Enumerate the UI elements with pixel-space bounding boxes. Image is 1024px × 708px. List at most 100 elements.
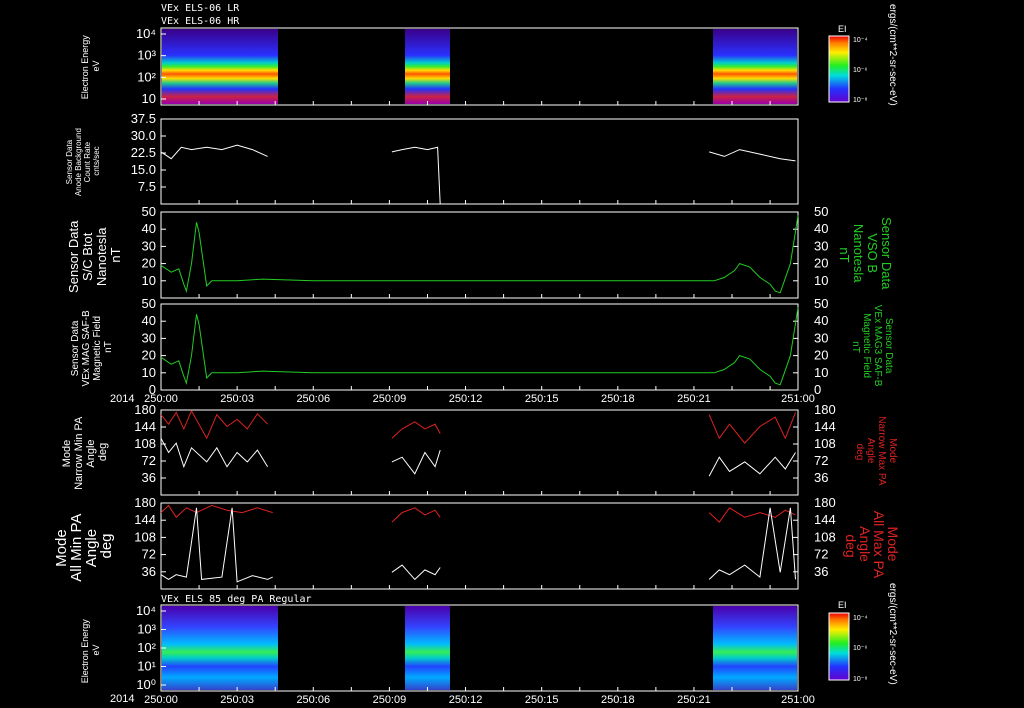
plot-canvas: VEx ELS-06 LR VEx ELS-06 HR VEx ELS 85 d… <box>53 3 901 706</box>
y-tick-label: 10 <box>142 365 156 380</box>
y-tick-label: 36 <box>142 564 156 579</box>
x-tick-label: 250:00 <box>144 393 178 405</box>
colorbar-top-tick: 10⁻⁸ <box>853 97 867 104</box>
y-tick-label: 15.0 <box>131 162 156 177</box>
bottom-panel-title: VEx ELS 85 deg PA Regular <box>161 594 312 605</box>
y2label-bmag-mag: Sensor Data VEx MAG3 SAF-B Magnetic Fiel… <box>850 305 894 389</box>
y-tick-label: 180 <box>134 495 156 510</box>
x-tick-label: 250:15 <box>525 393 559 405</box>
y-tick-label: 72 <box>142 453 156 468</box>
ylabel-spectrogram-top: Electron Energy eV <box>80 33 101 100</box>
colorbar-bottom-tick: 10⁻⁶ <box>853 645 867 652</box>
anode-background-series-line <box>160 144 268 160</box>
x-tick-label: 250:18 <box>601 393 635 405</box>
y-tick-label: 108 <box>134 529 156 544</box>
spectrogram-top-block <box>405 29 450 104</box>
colorbar-top: EI 10⁻⁴ 10⁻⁶ 10⁻⁸ ergs/(cm**2-sr-sec-eV) <box>828 4 898 106</box>
y2-tick-label: 30 <box>814 238 828 253</box>
y2-tick-label: 50 <box>814 296 828 311</box>
y-tick-label: 20 <box>142 348 156 363</box>
panel-anode-background <box>160 118 799 205</box>
x-tick-label: 250:03 <box>220 694 254 706</box>
y2-tick-label: 72 <box>814 453 828 468</box>
y-tick-label: 50 <box>142 204 156 219</box>
all-pa-series-line <box>160 504 273 519</box>
y2-tick-label: 108 <box>814 436 836 451</box>
y-tick-label: 36 <box>142 470 156 485</box>
y2-tick-label: 36 <box>814 564 828 579</box>
y-tick-label: 30.0 <box>131 128 156 143</box>
y-tick-label: 10 <box>142 273 156 288</box>
y-tick-label: 10² <box>137 69 156 84</box>
all-pa-series-line <box>160 507 273 583</box>
all-pa-series-line <box>391 507 441 523</box>
ylabel-all-pa: Mode All Min PA Angle deg <box>53 510 115 581</box>
y2label-narrow-pa: Mode Narrow Max PA Angle deg <box>854 416 898 488</box>
colorbar-top-tick: 10⁻⁶ <box>853 67 867 74</box>
y-tick-label: 22.5 <box>131 145 156 160</box>
bmag-mag-series-line <box>160 307 799 386</box>
header-title-1: VEx ELS-06 LR <box>161 3 240 14</box>
y-tick-label: 10¹ <box>137 659 156 674</box>
narrow-pa-series-line <box>160 409 268 440</box>
y2-tick-label: 36 <box>814 470 828 485</box>
x-tick-label: 251:00 <box>781 393 815 405</box>
narrow-pa-series-line <box>391 421 441 439</box>
spectrogram-bottom-block <box>405 606 450 690</box>
spectrogram-top-data <box>162 29 797 104</box>
x-tick-label: 250:18 <box>601 694 635 706</box>
y2-tick-label: 108 <box>814 529 836 544</box>
y-tick-label: 10³ <box>137 622 156 637</box>
spectrogram-bottom-data <box>162 606 797 690</box>
x-tick-label: 250:12 <box>449 393 483 405</box>
x-tick-label: 250:00 <box>144 694 178 706</box>
y2label-all-pa: Mode All Max PA Angle deg <box>843 511 901 582</box>
y2-tick-label: 40 <box>814 221 828 236</box>
y2-tick-label: 72 <box>814 547 828 562</box>
all-pa-series-line <box>391 564 441 581</box>
spectrogram-bottom-block <box>713 606 797 690</box>
y-tick-label: 40 <box>142 221 156 236</box>
x-tick-label: 250:09 <box>373 694 407 706</box>
y2-tick-label: 144 <box>814 512 836 527</box>
y-tick-label: 10⁴ <box>136 603 156 618</box>
y-tick-label: 50 <box>142 296 156 311</box>
y-tick-label: 10 <box>142 91 156 106</box>
colorbar-top-unit: ergs/(cm**2-sr-sec-eV) <box>887 4 898 106</box>
y2-tick-label: 180 <box>814 402 836 417</box>
ylabel-anode: Sensor Data Anode Background Count Rate … <box>65 126 101 196</box>
spectrogram-top-block <box>713 29 797 104</box>
y-tick-label: 10⁰ <box>136 677 156 692</box>
panel-all-pa <box>160 502 799 590</box>
anode-background-series-line <box>709 149 796 162</box>
y-tick-label: 72 <box>142 547 156 562</box>
y2-tick-label: 40 <box>814 313 828 328</box>
y2label-bmag-vso: Sensor Data VSO B Nanotesla nT <box>837 217 894 293</box>
bmag-vso-series-line <box>160 215 799 294</box>
y2-tick-label: 20 <box>814 256 828 271</box>
ylabel-bmag-vso: Sensor Data S/C Btot Nanotesla nT <box>66 217 123 293</box>
spectrogram-top-block <box>162 29 278 104</box>
y-tick-label: 10³ <box>137 48 156 63</box>
spectrogram-bottom-block <box>162 606 278 690</box>
ylabel-spectrogram-bottom: Electron Energy eV <box>80 617 101 684</box>
header-title-2: VEx ELS-06 HR <box>161 16 240 27</box>
ylabel-narrow-pa: Mode Narrow Min PA Angle deg <box>61 414 109 490</box>
x-tick-label: 250:06 <box>296 393 330 405</box>
y2-tick-label: 50 <box>814 204 828 219</box>
y-tick-label: 10² <box>137 640 156 655</box>
colorbar-bottom-tick: 10⁻⁴ <box>853 615 868 622</box>
year-label-mid: 2014 <box>110 393 134 405</box>
x-tick-label: 250:06 <box>296 694 330 706</box>
narrow-pa-series-line <box>708 412 796 444</box>
colorbar-bottom-scale <box>828 612 850 681</box>
y2-tick-label: 144 <box>814 419 836 434</box>
x-tick-label: 250:21 <box>677 393 711 405</box>
year-label-bottom: 2014 <box>110 693 134 705</box>
narrow-pa-series-line <box>160 438 269 469</box>
colorbar-bottom-title: EI <box>838 600 847 610</box>
x-tick-label: 251:00 <box>781 694 815 706</box>
y-tick-label: 20 <box>142 256 156 271</box>
y2-tick-label: 0 <box>814 382 821 397</box>
y-tick-label: 144 <box>134 512 156 527</box>
